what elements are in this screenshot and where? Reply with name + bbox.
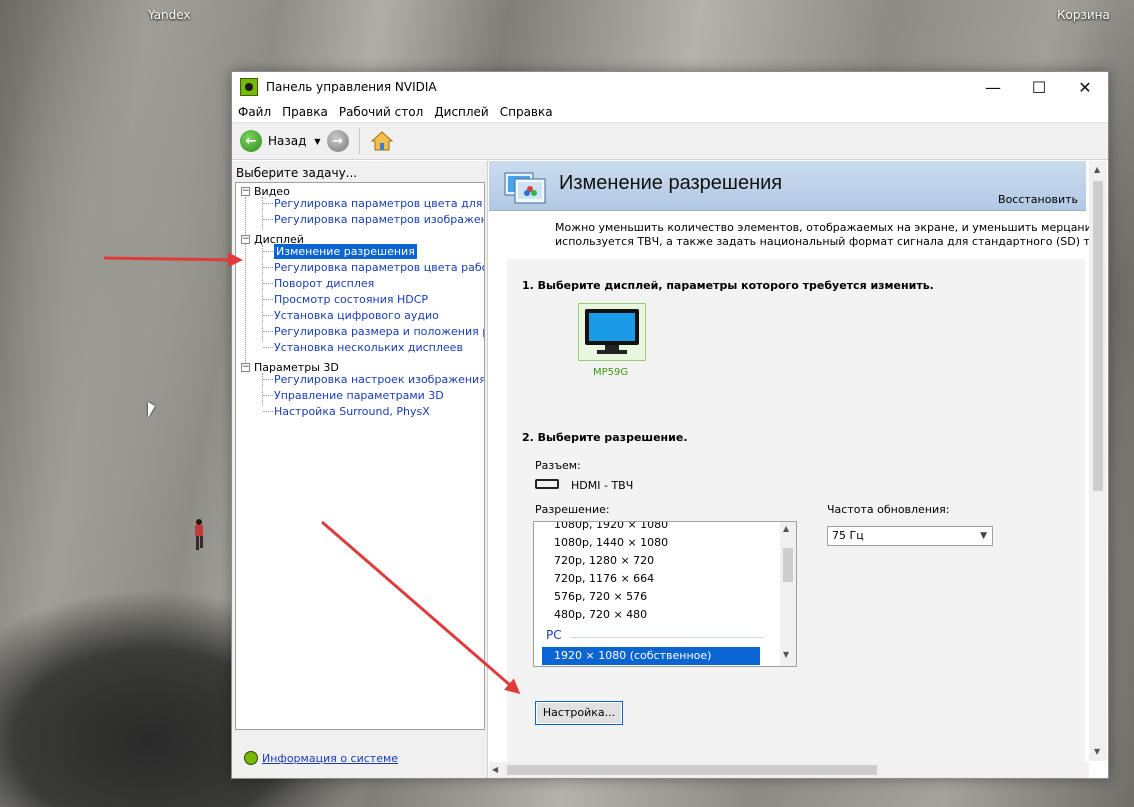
- task-tree[interactable]: − Видео Регулировка параметров цвета для…: [235, 182, 485, 730]
- connector-label: Разъем:: [535, 459, 581, 472]
- title-bar[interactable]: Панель управления NVIDIA — ☐ ✕: [232, 72, 1108, 102]
- menu-help[interactable]: Справка: [500, 105, 553, 119]
- tree-item-video-image[interactable]: Регулировка параметров изображения д: [274, 212, 484, 227]
- desktop-icon-recycle-bin-label[interactable]: Корзина: [1057, 8, 1110, 22]
- system-info-link[interactable]: Информация о системе: [244, 751, 398, 765]
- section-select-display: 1. Выберите дисплей, параметры которого …: [522, 279, 934, 292]
- resolution-list-scroll-thumb[interactable]: [783, 548, 793, 582]
- refresh-rate-label: Частота обновления:: [827, 503, 950, 516]
- refresh-rate-select[interactable]: 75 Гц ▼: [827, 526, 993, 546]
- tree-item-desktop-size-position[interactable]: Регулировка размера и положения рабо: [274, 324, 484, 339]
- system-info-label[interactable]: Информация о системе: [262, 752, 398, 765]
- menu-desktop[interactable]: Рабочий стол: [339, 105, 423, 119]
- home-icon[interactable]: [370, 130, 394, 152]
- tree-item-digital-audio[interactable]: Установка цифрового аудио: [274, 308, 439, 323]
- tree-item-multiple-displays[interactable]: Установка нескольких дисплеев: [274, 340, 463, 355]
- description-line-1: Можно уменьшить количество элементов, от…: [555, 221, 1095, 234]
- refresh-rate-value: 75 Гц: [832, 529, 864, 542]
- maximize-button[interactable]: ☐: [1016, 72, 1062, 102]
- content-pane: Изменение разрешения Восстановить Можно …: [489, 161, 1108, 778]
- tree-item-surround-physx[interactable]: Настройка Surround, PhysX: [274, 404, 430, 419]
- resolution-label: Разрешение:: [535, 503, 610, 516]
- tree-item-desktop-color[interactable]: Регулировка параметров цвета рабочег: [274, 260, 484, 275]
- chevron-down-icon: ▼: [980, 531, 987, 541]
- nvidia-control-panel-window: Панель управления NVIDIA — ☐ ✕ Файл Прав…: [231, 71, 1109, 779]
- settings-panel: 1. Выберите дисплей, параметры которого …: [507, 259, 1085, 769]
- display-settings-icon: [504, 172, 546, 204]
- content-scroll-left-icon[interactable]: ◀: [492, 765, 498, 774]
- section-select-resolution: 2. Выберите разрешение.: [522, 431, 688, 444]
- content-vertical-scrollbar[interactable]: ▲ ▼: [1089, 161, 1107, 761]
- collapse-display-icon[interactable]: −: [241, 235, 250, 244]
- restore-link[interactable]: Восстановить: [998, 193, 1078, 206]
- resolution-option[interactable]: 1080p, 1920 × 1080: [554, 522, 668, 534]
- nvidia-app-icon: [240, 78, 258, 96]
- description-line-2: используется ТВЧ, а также задать национа…: [555, 235, 1095, 248]
- content-scroll-down-icon[interactable]: ▼: [1094, 747, 1100, 756]
- mouse-cursor: [148, 402, 155, 418]
- scroll-down-icon[interactable]: ▼: [783, 650, 789, 659]
- climber-figure: [195, 519, 203, 550]
- content-vscroll-thumb[interactable]: [1093, 181, 1103, 491]
- resolution-option[interactable]: 480p, 720 × 480: [554, 606, 647, 624]
- resolution-option[interactable]: 1080p, 1440 × 1080: [554, 534, 668, 552]
- close-icon: ✕: [1078, 77, 1092, 97]
- window-title: Панель управления NVIDIA: [266, 80, 437, 94]
- toolbar-separator: [358, 128, 360, 154]
- tree-item-change-resolution[interactable]: Изменение разрешения: [274, 244, 417, 259]
- display-tile-mp59g[interactable]: [578, 303, 646, 361]
- resolution-option-selected[interactable]: 1920 × 1080 (собственное): [542, 647, 760, 665]
- menu-edit[interactable]: Правка: [282, 105, 328, 119]
- forward-arrow-icon[interactable]: →: [326, 130, 349, 152]
- monitor-icon: [585, 309, 639, 354]
- content-hscroll-thumb[interactable]: [507, 765, 877, 775]
- scroll-up-icon[interactable]: ▲: [783, 524, 789, 533]
- menu-file[interactable]: Файл: [238, 105, 271, 119]
- menu-display[interactable]: Дисплей: [434, 105, 488, 119]
- task-pane: Выберите задачу... − Видео Регулировка п…: [232, 161, 488, 778]
- content-scroll-up-icon[interactable]: ▲: [1094, 165, 1100, 174]
- close-button[interactable]: ✕: [1062, 72, 1108, 102]
- minimize-button[interactable]: —: [970, 72, 1016, 102]
- group-divider: [570, 637, 764, 638]
- hdmi-connector-icon: [535, 479, 559, 489]
- toolbar: ← Назад ▼ →: [232, 122, 1108, 160]
- tree-item-manage-3d[interactable]: Управление параметрами 3D: [274, 388, 444, 403]
- back-button-label[interactable]: Назад: [268, 134, 306, 148]
- tree-item-rotate-display[interactable]: Поворот дисплея: [274, 276, 374, 291]
- annotation-arrow-to-tree-item: [103, 252, 243, 268]
- resolution-option[interactable]: 576p, 720 × 576: [554, 588, 647, 606]
- tree-item-3d-image-settings[interactable]: Регулировка настроек изображения с пр: [274, 372, 484, 387]
- back-history-dropdown-icon[interactable]: ▼: [314, 137, 320, 146]
- page-description: Можно уменьшить количество элементов, от…: [555, 221, 1095, 249]
- back-arrow-icon[interactable]: ←: [240, 130, 262, 152]
- menu-bar: Файл Правка Рабочий стол Дисплей Справка: [232, 102, 1108, 122]
- content-horizontal-scrollbar[interactable]: ◀: [489, 762, 1089, 778]
- tree-item-video-color[interactable]: Регулировка параметров цвета для вид: [274, 196, 484, 211]
- resolution-group-pc: PC: [546, 628, 562, 642]
- connector-value: HDMI - ТВЧ: [571, 479, 634, 492]
- setup-button[interactable]: Настройка...: [535, 701, 623, 725]
- desktop-icon-yandex-label[interactable]: Yandex: [148, 8, 191, 22]
- page-title: Изменение разрешения: [559, 172, 783, 194]
- maximize-icon: ☐: [1031, 77, 1047, 97]
- task-label: Выберите задачу...: [236, 166, 358, 180]
- resolution-option[interactable]: 720p, 1176 × 664: [554, 570, 654, 588]
- resolution-list[interactable]: 1080p, 1920 × 1080 1080p, 1440 × 1080 72…: [533, 521, 797, 667]
- resolution-option[interactable]: 720p, 1280 × 720: [554, 552, 654, 570]
- resolution-list-scrollbar[interactable]: ▲ ▼: [780, 522, 796, 666]
- info-icon: [244, 751, 258, 765]
- page-header: Изменение разрешения Восстановить: [489, 161, 1086, 211]
- collapse-video-icon[interactable]: −: [241, 187, 250, 196]
- display-name-label: MP59G: [593, 367, 629, 378]
- collapse-3d-icon[interactable]: −: [241, 363, 250, 372]
- tree-item-hdcp-status[interactable]: Просмотр состояния HDCP: [274, 292, 428, 307]
- minimize-icon: —: [985, 77, 1001, 97]
